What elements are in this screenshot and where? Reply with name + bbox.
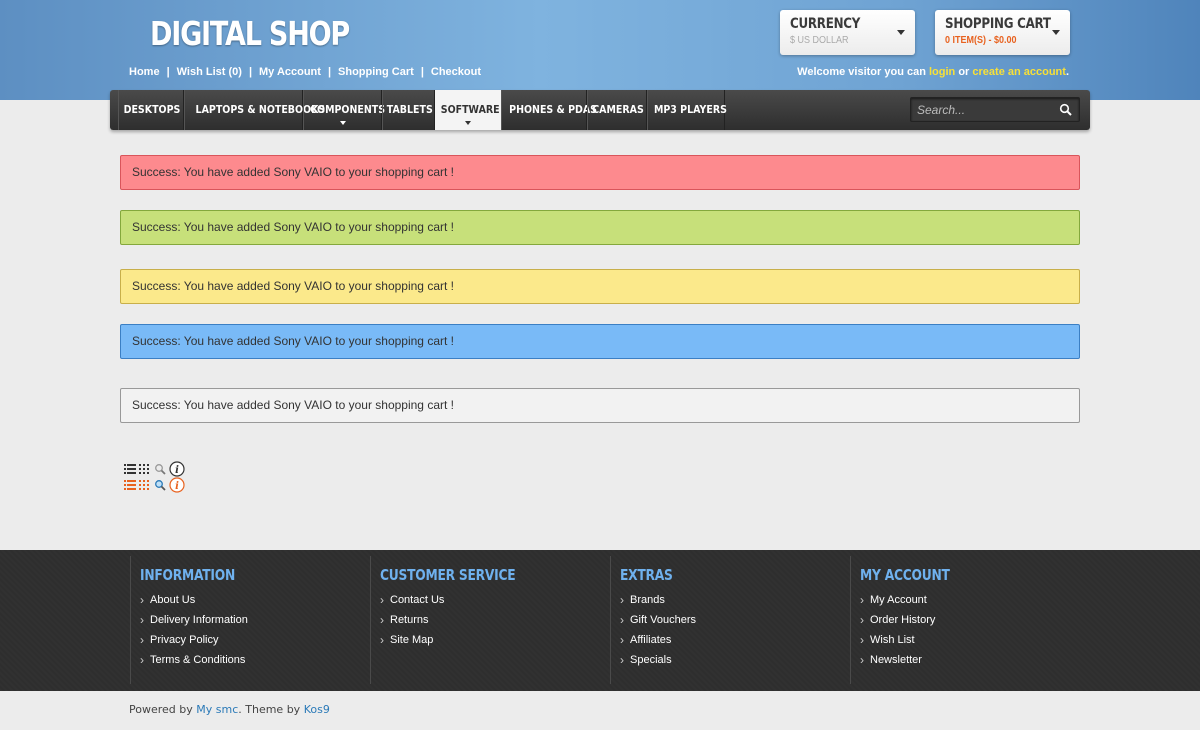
separator: | — [248, 66, 253, 78]
footer-link[interactable]: Gift Vouchers — [620, 610, 850, 630]
svg-text:i: i — [175, 481, 179, 492]
separator: | — [420, 66, 424, 78]
svg-text:i: i — [175, 465, 179, 476]
nav-item-mp3-players[interactable]: MP3 PLAYERS — [647, 90, 727, 130]
footer-link[interactable]: Affiliates — [620, 630, 850, 650]
nav-item-label: MP3 PLAYERS — [653, 103, 727, 116]
nav-item-label: TABLETS — [386, 103, 433, 116]
cart-summary: 0 ITEM(S) - $0.00 — [945, 35, 1017, 46]
footer-link[interactable]: Newsletter — [860, 650, 1090, 670]
footer-link[interactable]: Specials — [620, 650, 850, 670]
alert-text: Success: You have added Sony VAIO to you… — [132, 334, 454, 348]
footer-link[interactable]: Order History — [860, 610, 1090, 630]
alert-error: Success: You have added Sony VAIO to you… — [120, 155, 1080, 190]
nav-item-label: COMPONENTS — [310, 103, 386, 116]
nav-item-laptops[interactable]: LAPTOPS & NOTEBOOKS — [184, 90, 325, 130]
footer-heading: MY ACCOUNT — [860, 566, 950, 584]
info-icon[interactable]: i — [169, 461, 185, 477]
zoom-icon[interactable] — [154, 463, 166, 475]
powered-prefix: Powered by — [129, 703, 197, 716]
alert-success: Success: You have added Sony VAIO to you… — [120, 210, 1080, 245]
footer-link[interactable]: Privacy Policy — [140, 630, 370, 650]
nav-item-label: CAMERAS — [592, 103, 644, 116]
theme-author-link[interactable]: Kos9 — [304, 703, 330, 716]
nav-item-label: PHONES & PDAS — [509, 103, 598, 116]
footer-column-extras: EXTRAS Brands Gift Vouchers Affiliates S… — [610, 556, 850, 684]
welcome-or: or — [955, 66, 973, 78]
footer-link[interactable]: Brands — [620, 590, 850, 610]
currency-title: CURRENCY — [790, 16, 861, 32]
separator: | — [166, 66, 170, 78]
alert-info: Success: You have added Sony VAIO to you… — [120, 324, 1080, 359]
chevron-down-icon — [897, 30, 905, 35]
alert-text: Success: You have added Sony VAIO to you… — [132, 398, 454, 412]
shopping-cart-dropdown[interactable]: SHOPPING CART 0 ITEM(S) - $0.00 — [935, 10, 1070, 55]
copyright-line: Powered by My smc. Theme by Kos9 — [129, 703, 330, 716]
powered-by-link[interactable]: My smc — [196, 703, 238, 716]
list-view-icon[interactable] — [124, 479, 136, 491]
caret-down-icon — [465, 121, 471, 125]
footer-link[interactable]: Site Map — [380, 630, 610, 650]
chevron-down-icon — [1052, 30, 1060, 35]
footer-link[interactable]: Returns — [380, 610, 610, 630]
search-box — [910, 97, 1080, 122]
theme-text: . Theme by — [238, 703, 304, 716]
footer-link[interactable]: About Us — [140, 590, 370, 610]
separator: | — [327, 66, 332, 78]
search-icon[interactable] — [1059, 103, 1073, 117]
site-footer: INFORMATION About Us Delivery Informatio… — [0, 550, 1200, 691]
footer-column-my-account: MY ACCOUNT My Account Order History Wish… — [850, 556, 1090, 684]
caret-down-icon — [339, 121, 346, 125]
footer-link[interactable]: Terms & Conditions — [140, 650, 370, 670]
grid-view-icon[interactable] — [139, 463, 151, 475]
footer-column-information: INFORMATION About Us Delivery Informatio… — [130, 556, 370, 684]
checkout-link[interactable]: Checkout — [431, 66, 481, 78]
alert-warning: Success: You have added Sony VAIO to you… — [120, 269, 1080, 304]
nav-item-software[interactable]: SOFTWARE — [435, 90, 501, 130]
grid-view-icon[interactable] — [139, 479, 151, 491]
info-icon[interactable]: i — [169, 477, 185, 493]
nav-item-desktops[interactable]: DESKTOPS — [118, 90, 184, 130]
footer-column-customer-service: CUSTOMER SERVICE Contact Us Returns Site… — [370, 556, 610, 684]
footer-heading: EXTRAS — [620, 566, 673, 584]
footer-link[interactable]: My Account — [860, 590, 1090, 610]
alert-neutral: Success: You have added Sony VAIO to you… — [120, 388, 1080, 423]
view-icons-row: i — [124, 461, 185, 477]
nav-item-tablets[interactable]: TABLETS — [382, 90, 435, 130]
wish-list-link[interactable]: Wish List (0) — [177, 66, 242, 78]
zoom-icon[interactable] — [154, 479, 166, 491]
login-link[interactable]: login — [929, 66, 955, 78]
footer-link[interactable]: Delivery Information — [140, 610, 370, 630]
footer-link[interactable]: Wish List — [860, 630, 1090, 650]
create-account-link[interactable]: create an account — [972, 66, 1066, 78]
nav-item-phones[interactable]: PHONES & PDAS — [501, 90, 597, 130]
footer-link[interactable]: Contact Us — [380, 590, 610, 610]
list-view-icon[interactable] — [124, 463, 136, 475]
footer-heading: CUSTOMER SERVICE — [380, 566, 516, 584]
welcome-suffix: . — [1065, 66, 1069, 78]
footer-heading: INFORMATION — [140, 566, 236, 584]
top-links: Home | Wish List (0) | My Account | Shop… — [129, 66, 481, 78]
alert-text: Success: You have added Sony VAIO to you… — [132, 279, 454, 293]
nav-item-cameras[interactable]: CAMERAS — [587, 90, 647, 130]
alert-text: Success: You have added Sony VAIO to you… — [132, 165, 454, 179]
home-link[interactable]: Home — [129, 66, 160, 78]
currency-value: $ US DOLLAR — [790, 35, 849, 46]
nav-item-label: DESKTOPS — [123, 103, 181, 116]
nav-item-components[interactable]: COMPONENTS — [303, 90, 386, 130]
my-account-link[interactable]: My Account — [259, 66, 321, 78]
site-header: DIGITAL SHOP Home | Wish List (0) | My A… — [0, 0, 1200, 100]
alert-text: Success: You have added Sony VAIO to you… — [132, 220, 454, 234]
view-icons-row-hover: i — [124, 477, 185, 493]
welcome-message: Welcome visitor you can login or create … — [797, 66, 1069, 78]
cart-title: SHOPPING CART — [945, 16, 1051, 32]
search-input[interactable] — [911, 98, 1051, 121]
currency-dropdown[interactable]: CURRENCY $ US DOLLAR — [780, 10, 915, 55]
shopping-cart-link[interactable]: Shopping Cart — [338, 66, 414, 78]
welcome-prefix: Welcome visitor you can — [797, 66, 929, 78]
site-logo[interactable]: DIGITAL SHOP — [150, 14, 350, 53]
